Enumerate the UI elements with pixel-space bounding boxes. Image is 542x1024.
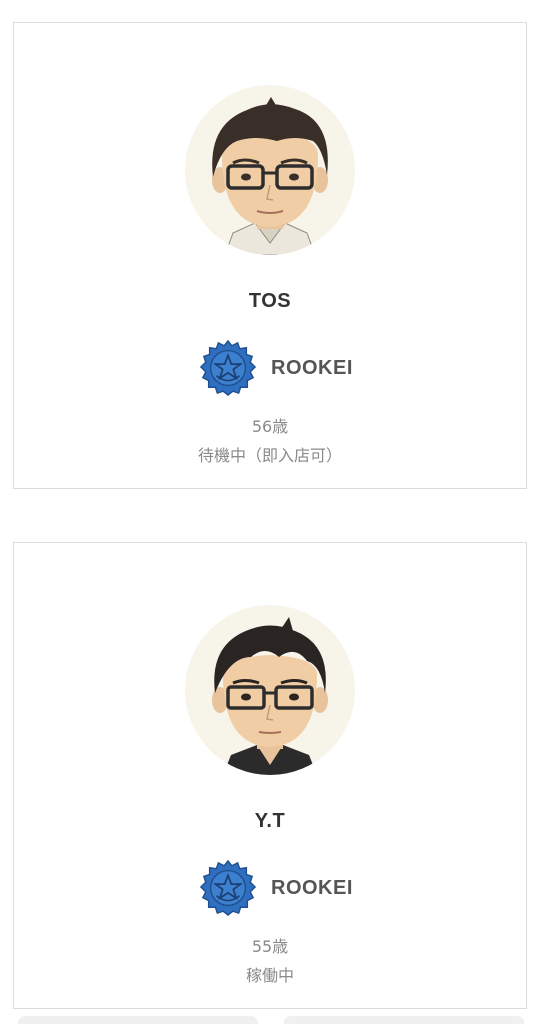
rank-label: ROOKEI (271, 876, 353, 899)
rank-badge: ROOKEI (199, 858, 353, 918)
staff-card[interactable]: Y.T ROOKEI 55歳 稼働中 (13, 542, 527, 1009)
next-card-peek (284, 1016, 524, 1024)
rank-label: ROOKEI (271, 356, 353, 379)
staff-list: TOS ROOKEI 56歳 待機中（即入店可） Y.T ROOKEI 55歳 … (0, 0, 542, 1024)
avatar (185, 85, 355, 255)
staff-status: 稼働中 (245, 966, 294, 985)
staff-age: 55歳 (251, 937, 289, 956)
rank-badge: ROOKEI (199, 338, 353, 398)
avatar (185, 605, 355, 775)
staff-status: 待機中（即入店可） (197, 446, 342, 465)
next-card-peek (18, 1016, 258, 1024)
staff-age: 56歳 (251, 417, 289, 436)
staff-name: TOS (248, 290, 292, 312)
rank-badge-icon (199, 339, 257, 396)
staff-name: Y.T (254, 810, 286, 832)
rank-badge-icon (199, 859, 257, 916)
avatar-illustration-icon (212, 617, 328, 775)
staff-card[interactable]: TOS ROOKEI 56歳 待機中（即入店可） (13, 22, 527, 489)
avatar-illustration-icon (212, 97, 328, 255)
